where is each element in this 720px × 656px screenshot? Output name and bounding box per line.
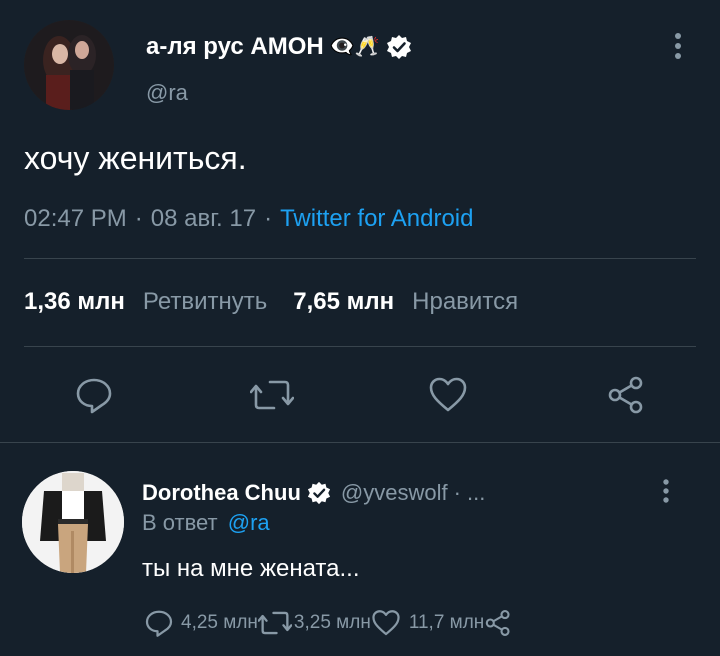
verified-badge-icon — [307, 481, 331, 505]
reply-text: ты на мне жената... — [142, 555, 360, 582]
tweet-date: 08 авг. 17 — [150, 205, 257, 232]
reply-retweet-icon[interactable] — [257, 609, 292, 637]
reply-like-icon[interactable] — [371, 609, 401, 637]
reply-author-avatar[interactable] — [22, 471, 124, 573]
divider — [24, 346, 696, 347]
tweet-source-link[interactable]: Twitter for Android — [280, 205, 473, 233]
separator: · — [134, 205, 143, 232]
reply-more-options-icon[interactable] — [657, 476, 675, 506]
likes-count[interactable]: 7,65 млн — [293, 288, 394, 316]
like-icon[interactable] — [428, 376, 468, 414]
reply-share-icon[interactable] — [484, 609, 512, 637]
name-emoji: 👁‍🗨🥂 — [329, 36, 380, 58]
section-divider — [0, 442, 720, 443]
author-display-name[interactable]: а-ля рус АМОН — [146, 30, 324, 64]
reply-reply-icon[interactable] — [143, 608, 175, 638]
reply-to-handle[interactable]: @ra — [228, 510, 270, 535]
verified-badge-icon — [386, 34, 412, 60]
reply-author-handle[interactable]: @yveswolf — [341, 480, 448, 506]
reply-replies-count: 4,25 млн — [181, 612, 258, 633]
reply-handle-suffix: · ... — [453, 480, 486, 505]
retweets-label[interactable]: Ретвитнуть — [143, 288, 267, 316]
retweets-count[interactable]: 1,36 млн — [24, 288, 125, 316]
reply-retweets-count: 3,25 млн — [293, 612, 371, 633]
reply-likes-count: 11,7 млн — [408, 612, 485, 633]
reply-context-label: В ответ — [142, 510, 218, 535]
author-avatar[interactable] — [24, 20, 114, 110]
reply-icon[interactable] — [74, 375, 114, 415]
reply-author-name[interactable]: Dorothea Chuu — [142, 480, 301, 506]
share-icon[interactable] — [606, 375, 646, 415]
tweet-text: хочу жениться. — [24, 140, 247, 176]
retweet-icon[interactable] — [250, 377, 294, 413]
more-options-icon[interactable] — [668, 30, 688, 64]
likes-label[interactable]: Нравится — [412, 288, 518, 316]
tweet-time: 02:47 PM — [24, 205, 127, 232]
separator: · — [264, 205, 273, 232]
divider — [24, 258, 696, 259]
author-handle[interactable]: @ra — [146, 80, 188, 106]
